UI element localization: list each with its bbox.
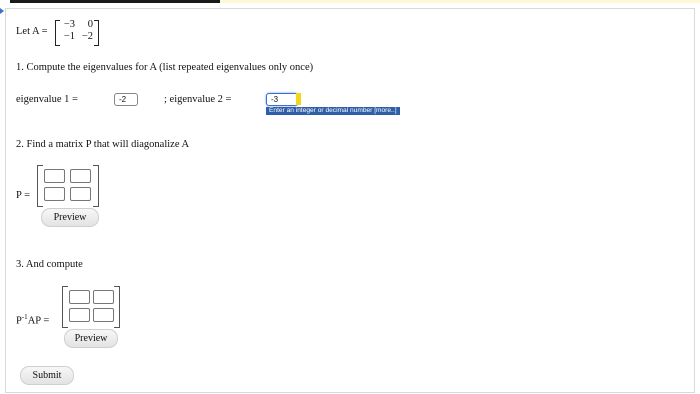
input-cursor-marker [296,93,301,105]
preview-button-p[interactable]: Preview [41,208,99,227]
let-a-label: Let A = [16,26,48,37]
eigenvalue-1-label: eigenvalue 1 = [16,94,78,105]
question-3-prompt: 3. And compute [16,259,83,270]
preview-button-pinv-ap[interactable]: Preview [64,329,118,348]
matrix-pinv-ap-grid [62,286,120,328]
matrix-p-label: P = [16,190,30,201]
bracket-left [55,20,60,46]
matrix-a: −3 0 −1 −2 [55,19,99,46]
matrix-pinv-ap-entry-2-1[interactable] [69,308,90,322]
matrix-pinv-ap-entry-2-2[interactable] [93,308,114,322]
matrix-pinv-ap-entry-1-2[interactable] [93,290,114,304]
matrix-pinv-ap-entry-1-1[interactable] [69,290,90,304]
submit-button[interactable]: Submit [20,366,74,385]
eigenvalue-1-input[interactable]: -2 [114,93,138,106]
bracket-right [94,20,99,46]
question-1-prompt: 1. Compute the eigenvalues for A (list r… [16,62,314,73]
top-edge-dark [10,0,220,3]
matrix-a-cell-2-2: −2 [81,31,93,42]
eigenvalue-2-input[interactable]: -3 [266,93,298,106]
entry-hint-tooltip[interactable]: Enter an integer or decimal number [more… [266,107,400,115]
top-edge-light [220,0,700,3]
matrix-a-cell-1-2: 0 [87,19,93,30]
corner-arrow-icon [0,8,4,14]
matrix-p-entry-2-2[interactable] [70,187,91,201]
matrix-a-cell-2-1: −1 [63,31,75,42]
matrix-a-cell-1-1: −3 [63,19,75,30]
matrix-pinv-ap-label: P-1AP = [16,313,50,327]
matrix-p-grid [37,165,99,207]
matrix-p-entry-2-1[interactable] [44,187,65,201]
question-2-prompt: 2. Find a matrix P that will diagonalize… [16,139,190,150]
eigenvalue-2-label: ; eigenvalue 2 = [164,94,232,105]
matrix-p-entry-1-1[interactable] [44,169,65,183]
matrix-p-entry-1-2[interactable] [70,169,91,183]
